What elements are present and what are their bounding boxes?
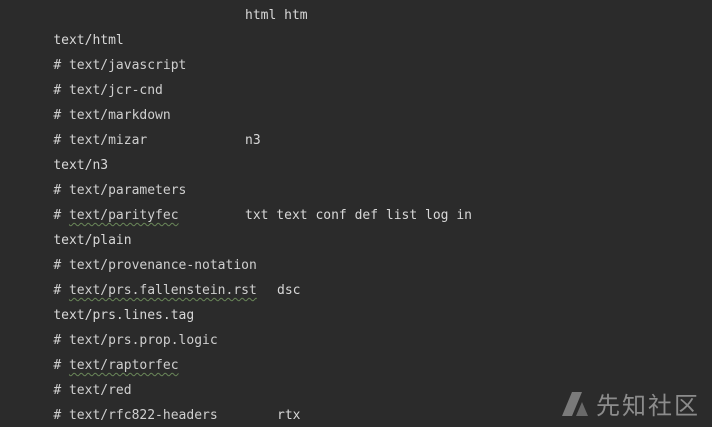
code-line[interactable]: text/plain txt text conf def list log in [22,203,472,248]
comment-line[interactable]: # text/prs.fallenstein.rst [22,253,257,298]
comment-line[interactable]: # text/parameters [22,153,186,198]
comment-line[interactable]: # text/red [22,353,131,398]
code-line[interactable]: text/n3 n3 [22,128,260,173]
code-line[interactable]: text/richtext rtx [22,403,300,427]
xianzhi-logo-icon [562,391,588,416]
comment-line[interactable]: # text/javascript [22,28,186,73]
file-extensions: n3 [245,133,261,148]
code-line[interactable]: text/prs.lines.tag dsc [22,278,300,323]
code-line[interactable]: text/html html htm [22,3,307,48]
watermark-text: 先知社区 [596,392,700,420]
comment-line[interactable]: # text/provenance-notation [22,228,257,273]
comment-line[interactable]: # text/prs.prop.logic [22,303,217,348]
comment-line[interactable]: # text/parityfec [22,178,178,223]
comment-line[interactable]: # text/markdown [22,78,170,123]
file-extensions: rtx [277,408,301,423]
file-extensions: txt text conf def list log in [245,208,472,223]
file-extensions: dsc [277,283,301,298]
watermark: 先知社区 [560,386,700,421]
comment-line[interactable]: # text/rfc822-headers [22,378,217,423]
file-extensions: html htm [245,8,308,23]
comment-line[interactable]: # text/raptorfec [22,328,178,373]
comment-line[interactable]: # text/jcr-cnd [22,53,163,98]
comment-line[interactable]: # text/mizar [22,103,147,148]
code-editor[interactable]: text/html html htm # text/javascript # t… [0,0,712,427]
